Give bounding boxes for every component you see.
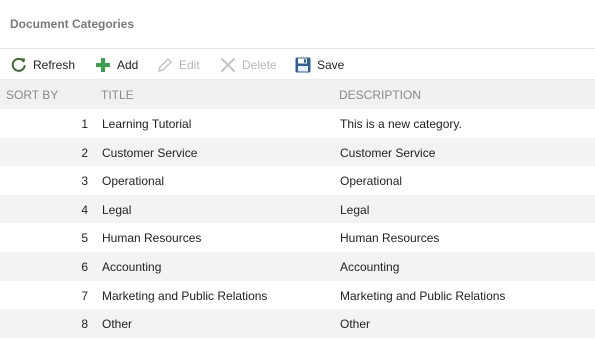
table-row[interactable]: 2 Customer Service Customer Service xyxy=(0,137,595,167)
refresh-icon xyxy=(10,56,28,74)
sort-cell: 2 xyxy=(81,145,88,160)
sort-cell: 5 xyxy=(81,231,88,246)
pencil-icon xyxy=(156,56,174,74)
title-cell: Operational xyxy=(102,174,165,189)
sort-cell: 7 xyxy=(81,288,88,303)
table-row[interactable]: 4 Legal Legal xyxy=(0,194,595,224)
description-cell: Marketing and Public Relations xyxy=(340,288,506,303)
title-cell: Human Resources xyxy=(102,231,202,246)
add-button[interactable]: Add xyxy=(94,49,138,80)
title-cell: Marketing and Public Relations xyxy=(102,288,268,303)
title-cell: Accounting xyxy=(102,259,162,274)
description-cell: Operational xyxy=(340,174,403,189)
edit-button[interactable]: Edit xyxy=(156,49,200,80)
sort-cell: 6 xyxy=(81,259,88,274)
panel-header: Document Categories xyxy=(0,0,595,49)
title-cell: Learning Tutorial xyxy=(102,117,192,131)
refresh-label: Refresh xyxy=(33,57,76,72)
table-row[interactable]: 5 Human Resources Human Resources xyxy=(0,223,595,252)
column-header-sort-by[interactable]: SORT BY xyxy=(6,88,58,102)
save-label: Save xyxy=(317,57,345,72)
save-button[interactable]: Save xyxy=(294,49,344,80)
table-row[interactable]: 8 Other Other xyxy=(0,309,595,338)
delete-button[interactable]: Delete xyxy=(219,49,277,80)
add-label: Add xyxy=(117,57,139,72)
delete-label: Delete xyxy=(242,57,277,72)
title-cell: Customer Service xyxy=(102,145,198,160)
table-row[interactable]: 6 Accounting Accounting xyxy=(0,251,595,281)
page-title: Document Categories xyxy=(10,17,135,31)
floppy-disk-icon xyxy=(294,56,312,74)
table-row[interactable]: 3 Operational Operational xyxy=(0,166,595,195)
table-row[interactable]: 1 Learning Tutorial This is a new catego… xyxy=(0,109,595,138)
column-header-title[interactable]: TITLE xyxy=(101,88,134,102)
title-cell: Legal xyxy=(102,202,132,217)
sort-cell: 4 xyxy=(81,202,88,217)
description-cell: Other xyxy=(340,317,371,332)
description-cell: Legal xyxy=(340,202,370,217)
grid-body: 1 Learning Tutorial This is a new catego… xyxy=(0,109,595,338)
title-cell: Other xyxy=(102,317,133,332)
description-cell: Accounting xyxy=(340,259,400,274)
plus-icon xyxy=(94,56,112,74)
sort-cell: 1 xyxy=(81,117,88,131)
close-icon xyxy=(219,56,237,74)
table-row[interactable]: 7 Marketing and Public Relations Marketi… xyxy=(0,281,595,310)
grid-header: SORT BY TITLE DESCRIPTION xyxy=(0,80,595,109)
edit-label: Edit xyxy=(179,57,200,72)
sort-cell: 3 xyxy=(81,174,88,189)
description-cell: Human Resources xyxy=(340,231,440,246)
column-header-description[interactable]: DESCRIPTION xyxy=(339,88,421,102)
toolbar: Refresh Add Edit Delete Save xyxy=(0,49,595,80)
description-cell: Customer Service xyxy=(340,145,436,160)
refresh-button[interactable]: Refresh xyxy=(10,49,75,80)
sort-cell: 8 xyxy=(81,317,88,332)
description-cell: This is a new category. xyxy=(340,117,462,131)
